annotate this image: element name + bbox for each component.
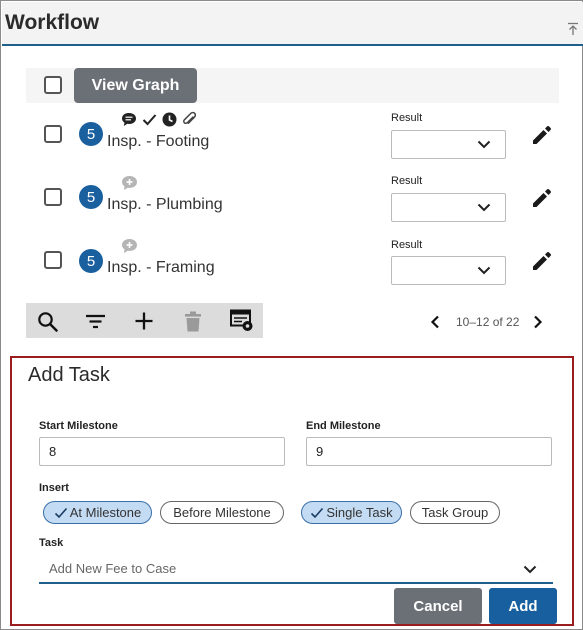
task-name[interactable]: Insp. - Framing [107, 259, 215, 277]
end-milestone-input[interactable]: 9 [306, 437, 552, 466]
chevron-down-icon [477, 266, 491, 275]
page-title: Workflow [5, 11, 100, 34]
collapse-icon[interactable] [567, 22, 579, 36]
end-milestone-label: End Milestone [306, 420, 381, 432]
add-task-panel: Add Task Start Milestone 8 End Milestone… [10, 356, 574, 626]
workflow-header: Workflow [2, 2, 583, 46]
result-label: Result [391, 112, 423, 124]
result-select[interactable] [391, 130, 506, 159]
edit-icon[interactable] [531, 250, 553, 272]
task-checkbox[interactable] [44, 125, 62, 143]
chip-label: Before Milestone [173, 505, 271, 520]
task-badge: 5 [79, 122, 103, 146]
single-task-chip[interactable]: Single Task [301, 501, 402, 524]
plus-icon[interactable] [134, 311, 154, 331]
at-milestone-chip[interactable]: At Milestone [43, 501, 152, 524]
check-icon [142, 114, 157, 126]
task-actions-toolbar [26, 303, 263, 338]
start-milestone-label: Start Milestone [39, 420, 118, 432]
result-select[interactable] [391, 256, 506, 285]
add-comment-icon[interactable] [121, 238, 138, 254]
select-all-checkbox[interactable] [44, 76, 62, 94]
task-badge: 5 [79, 249, 103, 273]
clock-icon[interactable] [162, 112, 177, 127]
add-button[interactable]: Add [489, 588, 557, 624]
start-milestone-input[interactable]: 8 [39, 437, 285, 466]
chevron-down-icon [477, 203, 491, 212]
task-badge: 5 [79, 185, 103, 209]
task-select-value: Add New Fee to Case [49, 561, 177, 576]
edit-icon[interactable] [531, 187, 553, 209]
trash-icon [185, 311, 201, 332]
paperclip-icon[interactable] [182, 111, 197, 128]
edit-icon[interactable] [531, 124, 553, 146]
chevron-left-icon[interactable] [430, 315, 440, 329]
result-label: Result [391, 175, 423, 187]
check-icon [54, 507, 67, 518]
check-icon [311, 507, 324, 518]
chip-label: At Milestone [69, 505, 142, 520]
chip-label: Task Group [421, 505, 489, 520]
result-label: Result [391, 239, 423, 251]
task-select[interactable]: Add New Fee to Case [39, 555, 553, 584]
chevron-down-icon [477, 140, 491, 149]
result-select[interactable] [391, 193, 506, 222]
task-name[interactable]: Insp. - Footing [107, 133, 209, 151]
view-graph-button[interactable]: View Graph [74, 68, 197, 103]
task-checkbox[interactable] [44, 251, 62, 269]
add-comment-icon[interactable] [121, 175, 138, 191]
workflow-panel: Workflow View Graph 5 Insp. - Footing Re… [0, 0, 583, 630]
pagination: 10–12 of 22 [426, 313, 551, 331]
cancel-button[interactable]: Cancel [394, 588, 482, 624]
insert-label: Insert [39, 482, 69, 494]
search-icon[interactable] [37, 311, 58, 332]
before-milestone-chip[interactable]: Before Milestone [160, 501, 284, 524]
chip-label: Single Task [326, 505, 393, 520]
column-settings-icon[interactable] [230, 309, 254, 332]
filter-icon[interactable] [85, 314, 106, 329]
chevron-down-icon [523, 565, 537, 574]
comment-icon[interactable] [121, 112, 137, 127]
task-group-chip[interactable]: Task Group [410, 501, 500, 524]
pagination-range: 10–12 of 22 [456, 315, 520, 329]
task-label: Task [39, 537, 64, 549]
task-checkbox[interactable] [44, 188, 62, 206]
add-task-title: Add Task [28, 364, 110, 386]
chevron-right-icon[interactable] [533, 315, 543, 329]
task-name[interactable]: Insp. - Plumbing [107, 196, 223, 214]
